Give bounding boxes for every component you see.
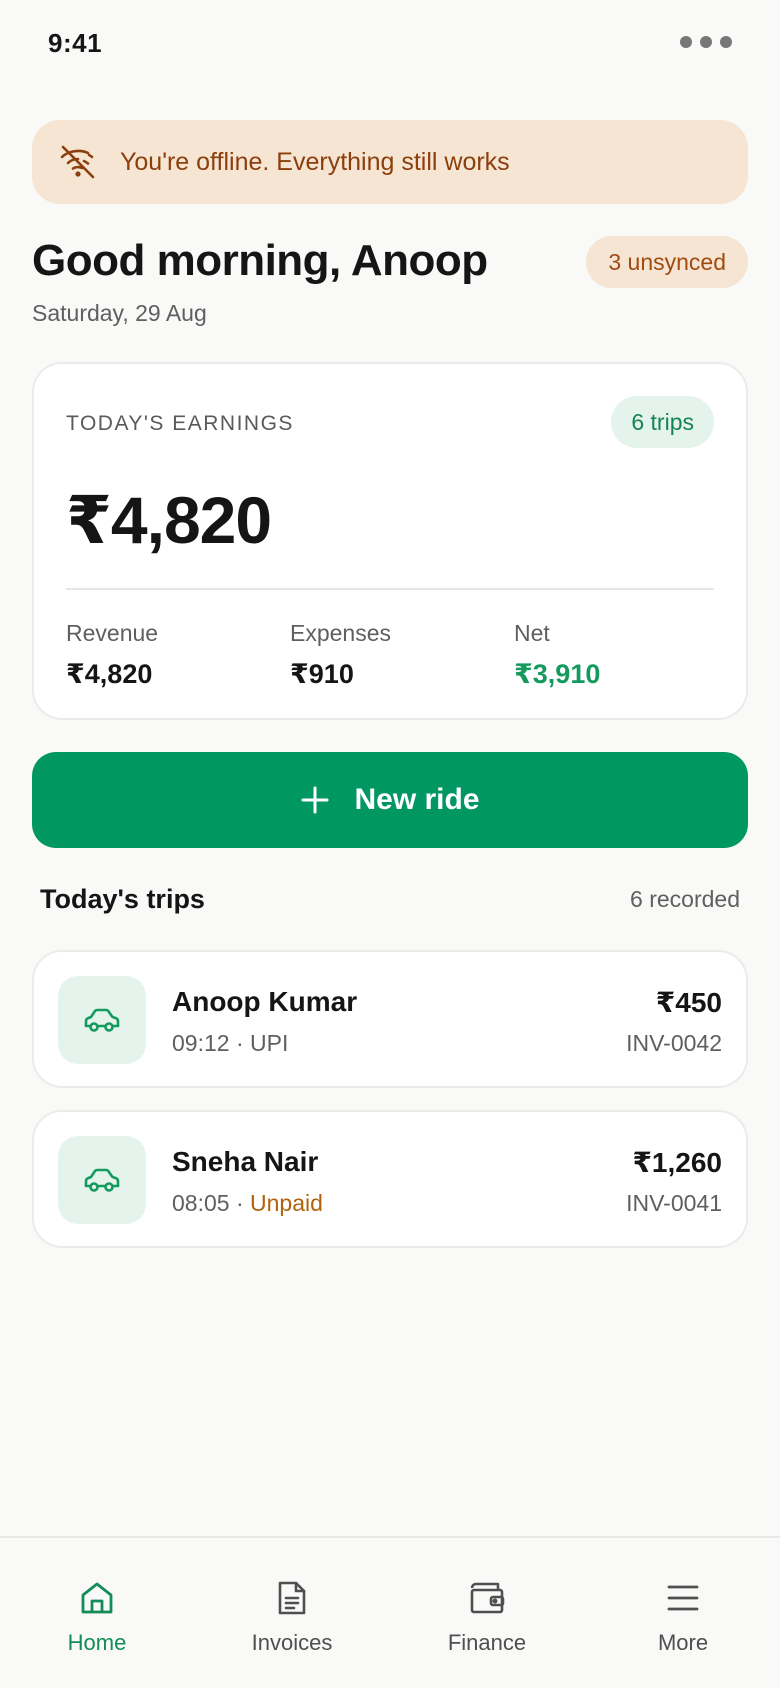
trip-customer-name: Anoop Kumar xyxy=(172,986,358,1017)
divider xyxy=(66,588,714,590)
trip-card[interactable]: Anoop Kumar 09:12 · UPI ₹450 INV-0042 xyxy=(32,950,748,1088)
new-ride-button[interactable]: New ride xyxy=(32,752,748,848)
home-icon xyxy=(77,1578,117,1618)
document-icon xyxy=(272,1578,312,1618)
current-date: Saturday, 29 Aug xyxy=(32,300,207,326)
stat-label: Revenue xyxy=(66,620,159,646)
more-options-icon[interactable] xyxy=(680,36,732,48)
wallet-icon xyxy=(467,1578,507,1618)
trip-invoice-number: INV-0042 xyxy=(626,1030,722,1056)
trip-invoice-number: INV-0041 xyxy=(626,1190,722,1216)
nav-label: More xyxy=(657,1630,709,1655)
menu-icon xyxy=(663,1578,703,1618)
status-time: 9:41 xyxy=(48,28,103,58)
trip-customer-name: Sneha Nair xyxy=(172,1146,319,1177)
trips-badge: 6 trips xyxy=(611,396,714,448)
revenue-stat: Revenue ₹4,820 xyxy=(66,620,158,690)
stat-value: ₹4,820 xyxy=(66,659,153,689)
bottom-nav: Home Invoices Finance More xyxy=(0,1536,780,1688)
offline-banner: You're offline. Everything still works xyxy=(32,120,748,204)
status-bar: 9:41 xyxy=(0,0,780,88)
trip-amount: ₹1,260 xyxy=(632,1147,722,1178)
trip-payment: UPI xyxy=(250,1030,289,1056)
nav-item-home[interactable]: Home xyxy=(17,1578,177,1656)
stat-value: ₹910 xyxy=(290,659,354,689)
stat-value: ₹3,910 xyxy=(514,659,601,689)
plus-icon xyxy=(300,785,330,815)
trip-time: 08:05 xyxy=(172,1190,230,1216)
nav-item-more[interactable]: More xyxy=(603,1578,763,1656)
nav-label: Home xyxy=(67,1630,127,1655)
greeting-title: Good morning, Anoop xyxy=(32,236,488,285)
earnings-card: TODAY'S EARNINGS 6 trips ₹4,820 Revenue … xyxy=(32,362,748,720)
trips-count: 6 recorded xyxy=(630,886,740,912)
earnings-label: TODAY'S EARNINGS xyxy=(66,412,294,435)
car-icon xyxy=(58,1136,146,1224)
new-ride-label: New ride xyxy=(354,783,480,816)
trips-section-title: Today's trips xyxy=(40,884,205,914)
net-stat: Net ₹3,910 xyxy=(514,620,600,690)
stat-label: Expenses xyxy=(290,620,392,646)
trip-card[interactable]: Sneha Nair 08:05 · Unpaid ₹1,260 INV-004… xyxy=(32,1110,748,1248)
trip-meta: 08:05 · Unpaid xyxy=(172,1190,323,1216)
expenses-stat: Expenses ₹910 xyxy=(290,620,391,690)
wifi-off-icon xyxy=(58,142,98,182)
trip-payment-unpaid: Unpaid xyxy=(250,1190,323,1216)
trip-meta: 09:12 · UPI xyxy=(172,1030,289,1056)
trip-time: 09:12 xyxy=(172,1030,230,1056)
unsynced-badge[interactable]: 3 unsynced xyxy=(586,236,748,288)
nav-item-invoices[interactable]: Invoices xyxy=(212,1578,372,1656)
nav-label: Invoices xyxy=(251,1630,333,1655)
car-icon xyxy=(58,976,146,1064)
offline-message: You're offline. Everything still works xyxy=(120,147,510,176)
nav-label: Finance xyxy=(447,1630,527,1655)
trip-amount: ₹450 xyxy=(655,987,722,1018)
stat-label: Net xyxy=(514,620,550,646)
earnings-total: ₹4,820 xyxy=(66,483,272,557)
nav-item-finance[interactable]: Finance xyxy=(407,1578,567,1656)
